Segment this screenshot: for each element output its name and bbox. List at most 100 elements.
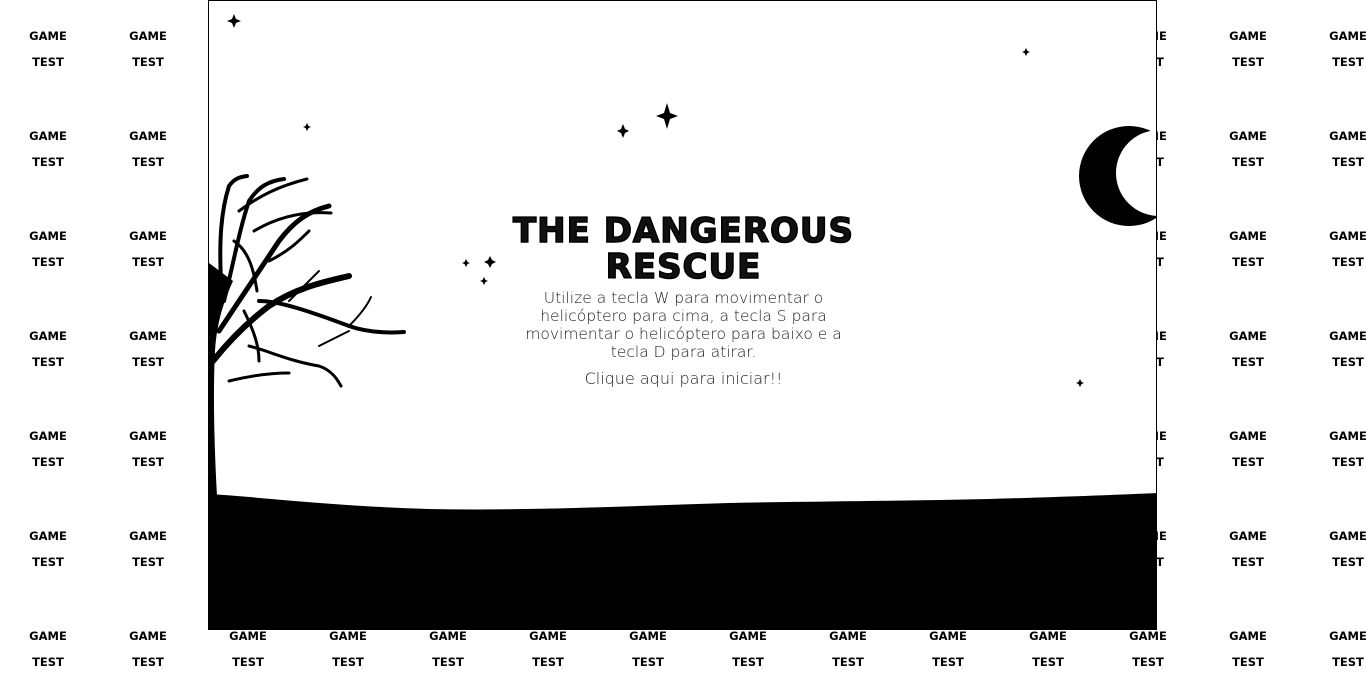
game-title: THE DANGEROUS RESCUE bbox=[512, 211, 854, 287]
bg-tile: GAMETEST bbox=[198, 623, 298, 675]
bg-tile: GAME TEST bbox=[1198, 623, 1298, 675]
bg-tile-line2: TEST bbox=[432, 655, 464, 669]
bg-tile-line2: TEST bbox=[732, 655, 764, 669]
bg-tile-line1: GAME bbox=[1329, 229, 1366, 243]
bg-tile-line2: TEST bbox=[1332, 155, 1364, 169]
bg-tile-line2: TEST bbox=[1332, 255, 1364, 269]
bg-tile: GAMETEST bbox=[0, 23, 98, 75]
bg-tile-line2: TEST bbox=[1232, 355, 1264, 369]
bg-tile-line1: GAME bbox=[1329, 329, 1366, 343]
star-icon bbox=[303, 123, 311, 131]
star-icon bbox=[617, 124, 629, 138]
bg-tile-line2: TEST bbox=[532, 655, 564, 669]
moon-icon bbox=[1079, 126, 1156, 226]
bg-tile: GAME TEST bbox=[1298, 23, 1366, 75]
bg-tile-line2: TEST bbox=[132, 455, 164, 469]
bg-tile-line1: GAME bbox=[1329, 29, 1366, 43]
game-canvas[interactable]: THE DANGEROUS RESCUE Utilize a tecla W p… bbox=[208, 0, 1157, 630]
bg-tile-line2: TEST bbox=[32, 555, 64, 569]
bg-tile-line1: GAME bbox=[129, 229, 167, 243]
bg-tile-line2: TEST bbox=[132, 555, 164, 569]
bg-tile-line2: TEST bbox=[1232, 555, 1264, 569]
bg-tile-line1: GAME bbox=[29, 329, 67, 343]
start-game-link[interactable]: Clique aqui para iniciar!! bbox=[585, 369, 783, 388]
bg-tile-line1: GAME bbox=[129, 129, 167, 143]
bg-tile-line2: TEST bbox=[32, 255, 64, 269]
bg-tile-line2: TEST bbox=[132, 55, 164, 69]
bg-tile: GAME TEST bbox=[98, 523, 198, 575]
star-icon bbox=[227, 14, 241, 28]
bg-tile-line2: TEST bbox=[132, 255, 164, 269]
bg-tile-line2: TEST bbox=[32, 355, 64, 369]
bg-tile-line1: GAME bbox=[1329, 529, 1366, 543]
bg-tile-line2: TEST bbox=[832, 655, 864, 669]
title-block: THE DANGEROUS RESCUE Utilize a tecla W p… bbox=[209, 211, 1156, 389]
bg-tile-line1: GAME bbox=[1229, 329, 1267, 343]
bg-tile: GAMETEST bbox=[498, 623, 598, 675]
bg-tile-line2: TEST bbox=[32, 455, 64, 469]
bg-tile: GAME TEST bbox=[98, 123, 198, 175]
bg-tile-line2: TEST bbox=[1332, 55, 1364, 69]
bg-tile-line2: TEST bbox=[32, 155, 64, 169]
bg-tile-line2: TEST bbox=[1232, 455, 1264, 469]
bg-tile: GAME TEST bbox=[0, 423, 98, 475]
bg-tile: GAMETEST bbox=[898, 623, 998, 675]
bg-tile-line1: GAME bbox=[1329, 629, 1366, 643]
bg-tile-line1: GAME bbox=[1229, 429, 1267, 443]
bg-tile-line1: GAME bbox=[1229, 29, 1267, 43]
bg-tile: GAMETEST bbox=[1098, 623, 1198, 675]
bg-tile: GAME TEST bbox=[1298, 323, 1366, 375]
bg-tile: GAME TEST bbox=[0, 523, 98, 575]
bg-tile: GAME TEST bbox=[1198, 323, 1298, 375]
bg-tile-line2: TEST bbox=[132, 655, 164, 669]
bg-tile-line2: TEST bbox=[1032, 655, 1064, 669]
bg-tile: GAMETEST bbox=[298, 623, 398, 675]
bg-tile-line1: GAME bbox=[129, 529, 167, 543]
bg-tile-line2: TEST bbox=[132, 355, 164, 369]
bg-tile-line2: TEST bbox=[1332, 655, 1364, 669]
bg-tile: GAME TEST bbox=[1298, 623, 1366, 675]
bg-tile-line2: TEST bbox=[1332, 555, 1364, 569]
bg-tile-line1: GAME bbox=[1329, 129, 1366, 143]
bg-tile-line2: TEST bbox=[1232, 55, 1264, 69]
bg-tile-line1: GAME bbox=[129, 429, 167, 443]
bg-tile: GAME TEST bbox=[1198, 523, 1298, 575]
bg-tile-line2: TEST bbox=[232, 655, 264, 669]
bg-tile-line2: TEST bbox=[1332, 455, 1364, 469]
bg-tile: GAMETEST bbox=[998, 623, 1098, 675]
bg-tile: GAME TEST bbox=[0, 123, 98, 175]
bg-tile: GAME TEST bbox=[1198, 223, 1298, 275]
bg-tile-line1: GAME bbox=[1329, 429, 1366, 443]
bg-tile: GAME TEST bbox=[98, 623, 198, 675]
bg-tile-line1: GAME bbox=[29, 529, 67, 543]
bg-tile-line2: TEST bbox=[1332, 355, 1364, 369]
bg-tile-line1: GAME bbox=[29, 429, 67, 443]
bg-tile: GAME TEST bbox=[1298, 223, 1366, 275]
star-icon bbox=[1022, 48, 1030, 56]
bg-tile: GAMETEST bbox=[598, 623, 698, 675]
bg-tile: GAME TEST bbox=[0, 223, 98, 275]
bg-tile-line2: TEST bbox=[32, 655, 64, 669]
bg-tile-line1: GAME bbox=[1229, 629, 1267, 643]
bg-tile-line2: TEST bbox=[1232, 655, 1264, 669]
bg-tile: GAME TEST bbox=[1298, 523, 1366, 575]
bg-tile-line2: TEST bbox=[1232, 255, 1264, 269]
bg-tile: GAME TEST bbox=[98, 223, 198, 275]
bg-tile-line1: GAME bbox=[129, 629, 167, 643]
instructions-text: Utilize a tecla W para movimentar o heli… bbox=[525, 289, 842, 361]
star-icon bbox=[656, 103, 678, 129]
bg-tile: GAMETEST bbox=[698, 623, 798, 675]
bg-tile-line1: GAME bbox=[29, 629, 67, 643]
bg-tile: GAME TEST bbox=[98, 323, 198, 375]
ground bbox=[209, 493, 1156, 630]
bg-tile-line1: GAME bbox=[1229, 529, 1267, 543]
bg-tile-line1: GAME bbox=[1229, 129, 1267, 143]
bg-tile-line2: TEST bbox=[1132, 655, 1164, 669]
bg-tile-line1: GAME bbox=[1229, 229, 1267, 243]
bg-tile: GAMETEST bbox=[1198, 123, 1298, 175]
bg-tile-line2: TEST bbox=[932, 655, 964, 669]
bg-tile-line1: GAME bbox=[29, 229, 67, 243]
bg-tile-line1: GAME bbox=[29, 129, 67, 143]
bg-tile-line1: GAME bbox=[129, 329, 167, 343]
bg-tile-line2: TEST bbox=[132, 155, 164, 169]
